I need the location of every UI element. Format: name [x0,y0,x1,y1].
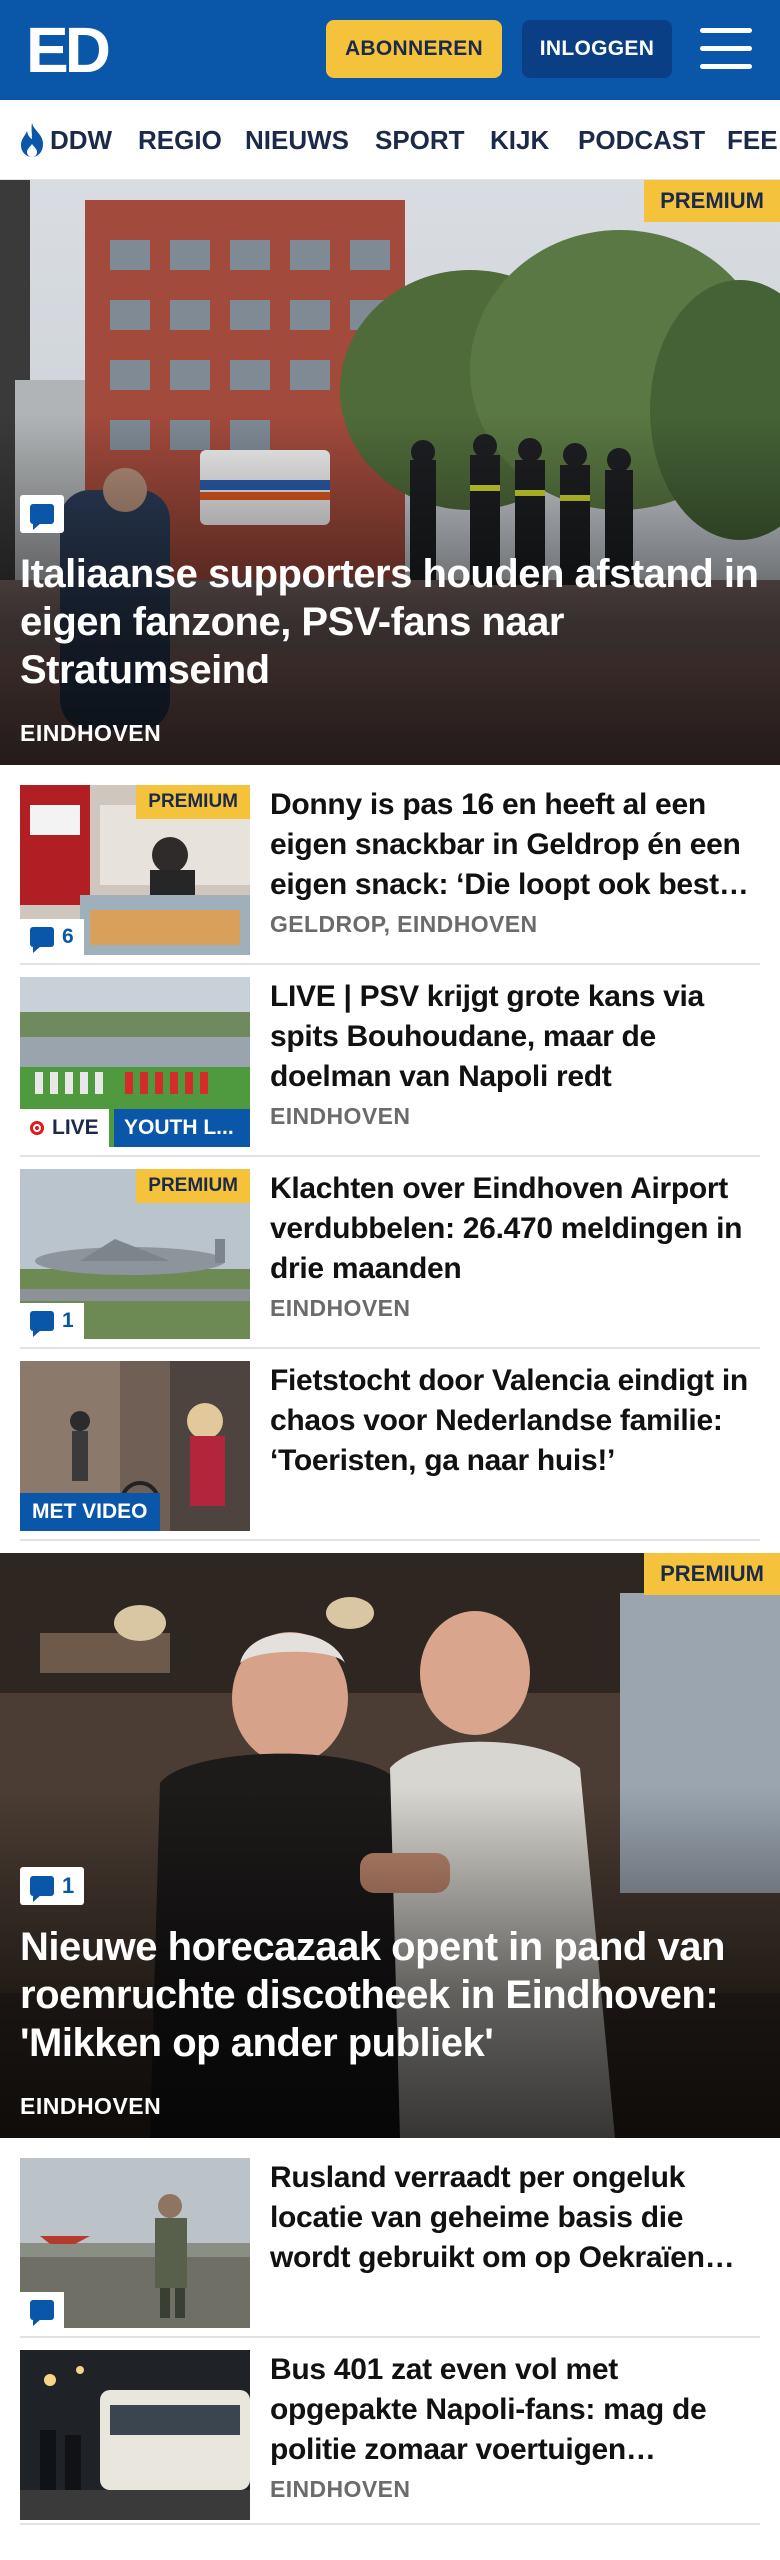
nav-item-fee[interactable]: FEE [727,122,778,158]
comment-indicator [20,495,64,533]
article-thumbnail [20,2350,250,2520]
article-title[interactable]: Rusland verraadt per ongeluk locatie van… [270,2158,750,2278]
premium-badge: PREMIUM [644,1553,780,1595]
nav-item-sport[interactable]: SPORT [375,122,465,158]
list-item[interactable]: PREMIUM 6 Donny is pas 16 en heeft al ee… [20,785,760,965]
hero-title[interactable]: Italiaanse supporters houden afstand in … [20,550,760,694]
article-location: EINDHOVEN [270,2476,411,2502]
list-item[interactable]: LIVE YOUTH L... LIVE | PSV krijgt grote … [20,977,760,1157]
article-title[interactable]: Klachten over Eindhoven Airport verdubbe… [270,1169,750,1289]
nav-item-regio[interactable]: REGIO [138,122,222,158]
list-item[interactable]: MET VIDEO Fietstocht door Valencia eindi… [20,1361,760,1541]
hero-article-horecazaak[interactable]: PREMIUM 1 Nieuwe horecazaak opent in pan… [0,1553,780,2138]
category-nav: DDW REGIO NIEUWS SPORT KIJK PODCAST FEE [0,100,780,180]
premium-badge: PREMIUM [136,1169,250,1203]
comment-indicator [20,2292,64,2328]
list-item[interactable]: Rusland verraadt per ongeluk locatie van… [20,2158,760,2338]
bus-night-photo [20,2350,250,2520]
hero-article-supporters[interactable]: PREMIUM Italiaanse supporters houden afs… [0,180,780,765]
nav-item-nieuws[interactable]: NIEUWS [245,122,349,158]
menu-icon[interactable] [700,26,752,72]
hero-title[interactable]: Nieuwe horecazaak opent in pand van roem… [20,1923,760,2067]
flame-icon [21,123,43,157]
comment-icon [30,1311,54,1337]
subscribe-button[interactable]: ABONNEREN [326,20,502,78]
list-item[interactable]: PREMIUM 1 Klachten over Eindhoven Airpor… [20,1169,760,1349]
comment-icon [30,927,54,953]
login-button[interactable]: INLOGGEN [522,20,672,78]
article-thumbnail: MET VIDEO [20,1361,250,1531]
live-icon [30,1121,44,1135]
comment-icon [30,504,54,530]
article-title[interactable]: LIVE | PSV krijgt grote kans via spits B… [270,977,750,1097]
video-badge: MET VIDEO [20,1493,160,1531]
list-item[interactable]: Bus 401 zat even vol met opgepakte Napol… [20,2350,760,2525]
premium-badge: PREMIUM [136,785,250,819]
article-thumbnail [20,2158,250,2328]
article-thumbnail: PREMIUM 1 [20,1169,250,1339]
comment-icon [30,2300,54,2326]
ed-logo[interactable]: ED [26,18,118,82]
nav-item-kijk[interactable]: KIJK [490,122,549,158]
article-location: EINDHOVEN [270,1103,411,1129]
nav-item-podcast[interactable]: PODCAST [578,122,705,158]
article-location: GELDROP, EINDHOVEN [270,911,538,937]
hero-location: EINDHOVEN [20,720,162,746]
hero-location: EINDHOVEN [20,2093,162,2119]
premium-badge: PREMIUM [644,180,780,222]
article-title[interactable]: Fietstocht door Valencia eindigt in chao… [270,1361,750,1481]
category-tag: YOUTH L... [114,1109,250,1147]
article-title[interactable]: Donny is pas 16 en heeft al een eigen sn… [270,785,750,905]
top-bar: ED ABONNEREN INLOGGEN [0,0,780,100]
comment-count: 6 [20,919,84,955]
article-thumbnail: LIVE YOUTH L... [20,977,250,1147]
comment-count: 1 [20,1867,85,1905]
comment-count: 1 [20,1303,84,1339]
live-badge: LIVE [20,1109,109,1147]
comment-icon [30,1876,54,1902]
article-title[interactable]: Bus 401 zat even vol met opgepakte Napol… [270,2350,750,2470]
article-thumbnail: PREMIUM 6 [20,785,250,955]
nav-item-ddw[interactable]: DDW [50,122,112,158]
article-location: EINDHOVEN [270,1295,411,1321]
